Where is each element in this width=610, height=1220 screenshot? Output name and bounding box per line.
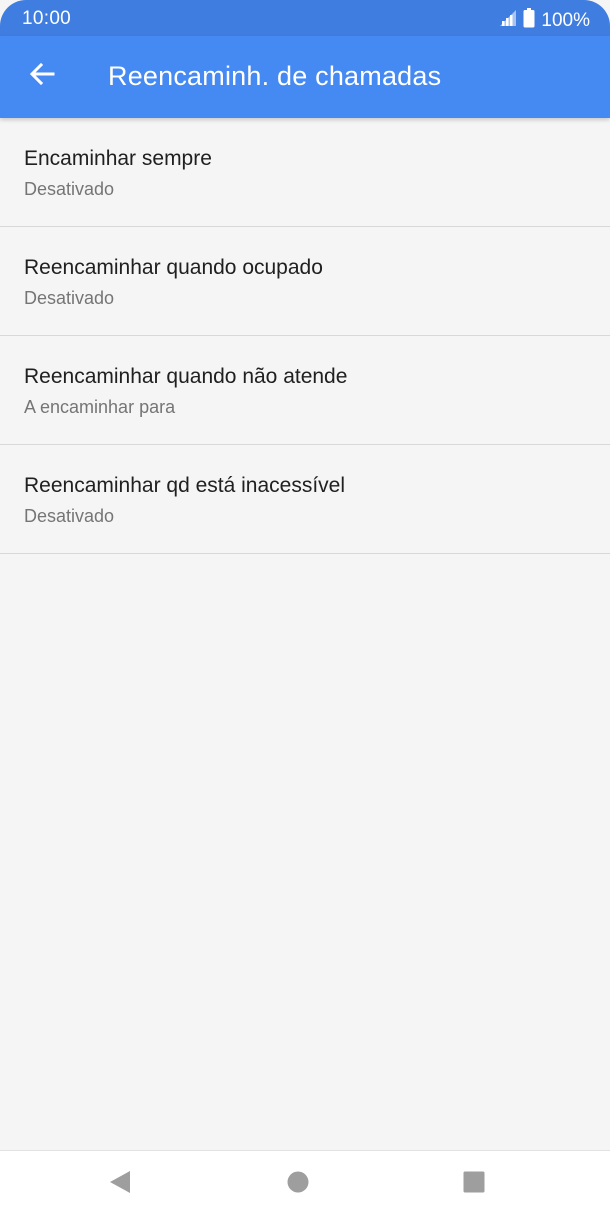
list-item-forward-when-busy[interactable]: Reencaminhar quando ocupado Desativado xyxy=(0,227,610,336)
list-item-title: Reencaminhar quando não atende xyxy=(24,365,348,388)
list-item-forward-when-unreachable[interactable]: Reencaminhar qd está inacessível Desativ… xyxy=(0,445,610,554)
nav-back-icon xyxy=(108,1169,132,1200)
arrow-back-icon xyxy=(29,62,55,91)
list-item-subtitle: Desativado xyxy=(24,288,115,308)
list-item-title: Reencaminhar quando ocupado xyxy=(24,256,323,279)
battery-icon xyxy=(523,8,535,34)
page-title: Reencaminh. de chamadas xyxy=(108,61,442,91)
screen: 10:00 100% Reencaminh. de chamadas Encam… xyxy=(0,0,610,1220)
list-item-always-forward[interactable]: Encaminhar sempre Desativado xyxy=(0,118,610,227)
list-item-forward-when-unanswered[interactable]: Reencaminhar quando não atende A encamin… xyxy=(0,336,610,445)
nav-recents-icon xyxy=(462,1170,486,1199)
app-bar: Reencaminh. de chamadas xyxy=(0,36,610,118)
call-forwarding-list: Encaminhar sempre Desativado Reencaminha… xyxy=(0,118,610,554)
nav-back-button[interactable] xyxy=(105,1169,135,1199)
list-item-subtitle: Desativado xyxy=(24,506,115,526)
nav-home-icon xyxy=(286,1170,310,1199)
status-time: 10:00 xyxy=(22,8,72,29)
list-item-subtitle: A encaminhar para xyxy=(24,397,176,417)
status-bar: 10:00 100% xyxy=(0,0,610,36)
navigation-bar xyxy=(0,1150,610,1220)
status-icons: 100% xyxy=(497,8,590,34)
signal-icon xyxy=(497,9,517,33)
list-item-subtitle: Desativado xyxy=(24,179,115,199)
nav-recents-button[interactable] xyxy=(459,1169,489,1199)
nav-home-button[interactable] xyxy=(283,1169,313,1199)
battery-percent: 100% xyxy=(541,10,590,31)
list-item-title: Reencaminhar qd está inacessível xyxy=(24,474,346,497)
back-button[interactable] xyxy=(22,56,62,96)
list-item-title: Encaminhar sempre xyxy=(24,147,212,170)
